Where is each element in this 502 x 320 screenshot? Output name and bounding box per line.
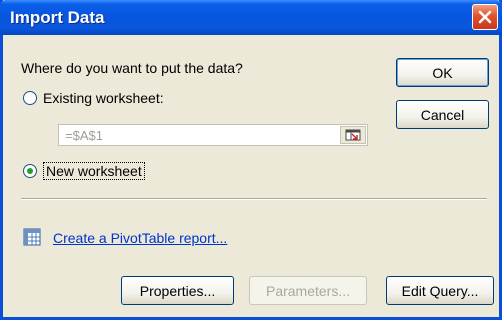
ok-button[interactable]: OK	[396, 58, 489, 87]
import-data-dialog: Import Data Where do you want to put the…	[0, 0, 502, 320]
dialog-title: Import Data	[10, 8, 105, 27]
edit-query-button[interactable]: Edit Query...	[386, 276, 494, 305]
location-prompt: Where do you want to put the data?	[21, 60, 243, 76]
new-worksheet-option[interactable]: New worksheet	[23, 162, 145, 180]
existing-worksheet-label: Existing worksheet:	[43, 90, 164, 106]
existing-worksheet-option[interactable]: Existing worksheet:	[23, 90, 164, 106]
properties-button[interactable]: Properties...	[121, 276, 234, 305]
separator	[21, 198, 487, 200]
close-icon	[478, 10, 492, 24]
new-worksheet-radio[interactable]	[23, 164, 37, 178]
create-pivottable-link[interactable]: Create a PivotTable report...	[53, 230, 227, 246]
cancel-button[interactable]: Cancel	[396, 100, 489, 129]
cell-reference-input: =$A$1	[58, 124, 368, 146]
parameters-button: Parameters...	[249, 276, 367, 305]
title-bar[interactable]: Import Data	[0, 0, 502, 35]
close-button[interactable]	[472, 4, 498, 30]
cell-reference-value: =$A$1	[65, 128, 103, 143]
collapse-dialog-button	[340, 126, 366, 144]
range-selector-icon	[345, 129, 361, 141]
existing-worksheet-radio[interactable]	[23, 91, 37, 105]
new-worksheet-label: New worksheet	[43, 162, 145, 180]
pivottable-icon	[23, 228, 41, 249]
